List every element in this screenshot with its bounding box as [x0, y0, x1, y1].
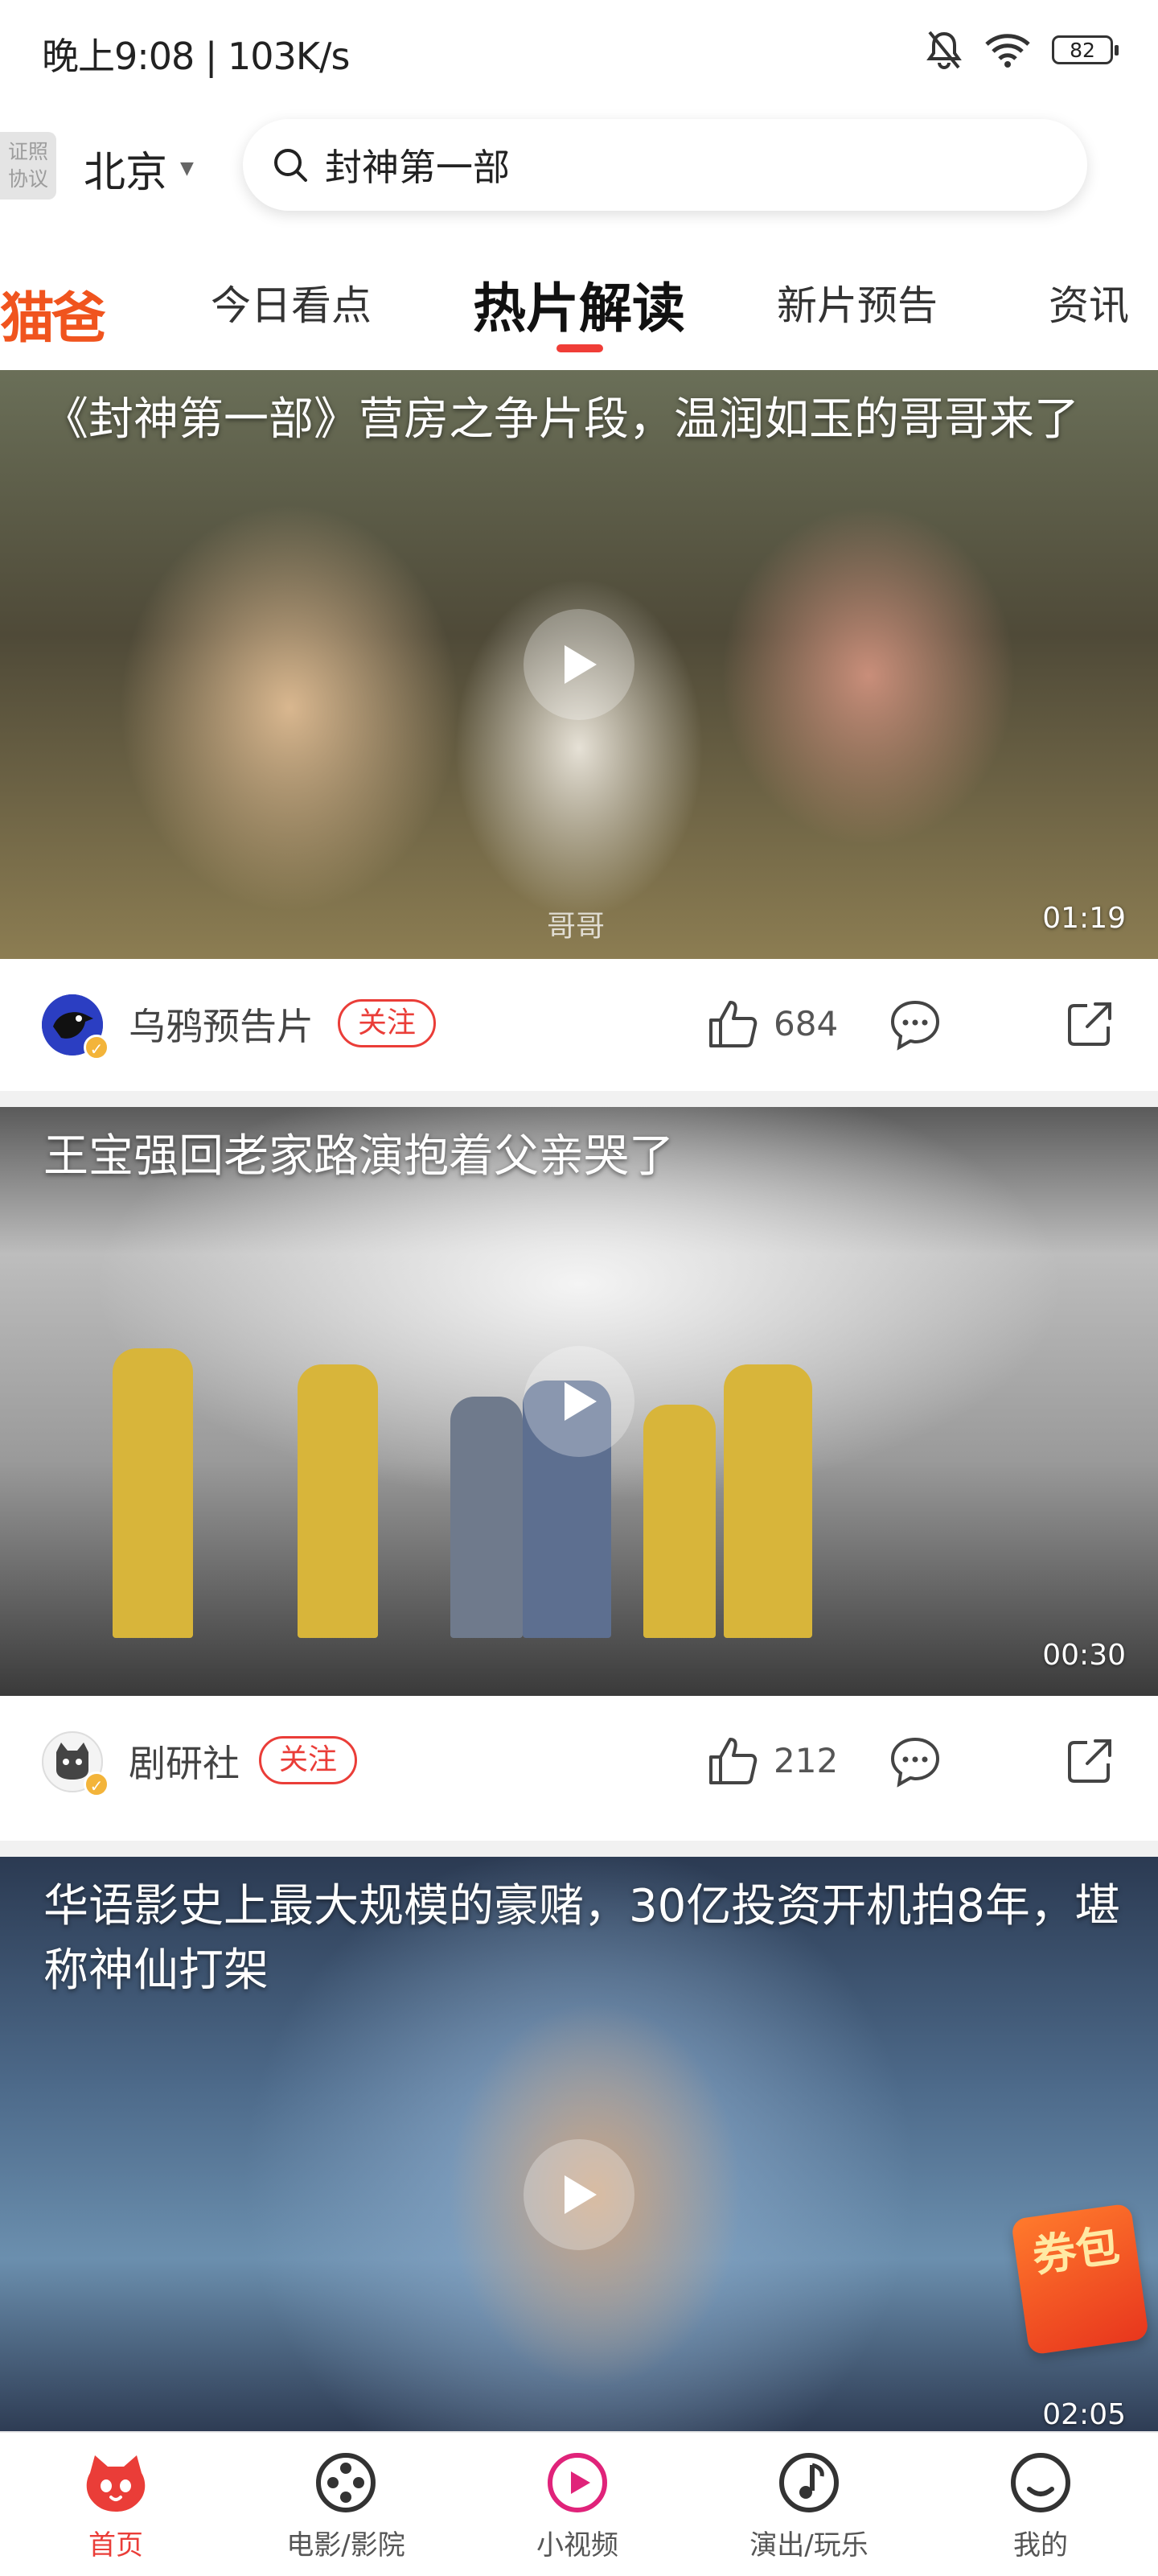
feed-divider: [0, 1091, 1158, 1107]
search-bar[interactable]: 封神第一部: [243, 119, 1087, 211]
play-icon[interactable]: [524, 609, 634, 720]
tab-new-trailers[interactable]: 新片预告: [777, 274, 938, 331]
play-icon[interactable]: [524, 2139, 634, 2250]
nav-home-label: 首页: [88, 2529, 143, 2562]
nav-short-video[interactable]: 小视频: [465, 2449, 690, 2562]
follow-button[interactable]: 关注: [338, 999, 437, 1047]
nav-home[interactable]: 首页: [3, 2449, 228, 2562]
avatar[interactable]: ✓: [42, 1731, 109, 1797]
comment-icon[interactable]: [888, 1734, 942, 1789]
video-title: 王宝强回老家路演抱着父亲哭了: [43, 1130, 674, 1183]
share-icon[interactable]: [1063, 1736, 1115, 1788]
play-circle-icon: [548, 2453, 607, 2512]
category-tabs: 猫爸 今日看点 热片解读 新片预告 资讯: [0, 241, 1158, 370]
status-time-speed: 晚上9:08 | 103K/s: [42, 35, 350, 78]
film-reel-icon: [316, 2453, 376, 2512]
tab-news[interactable]: 资讯: [1049, 274, 1129, 331]
share-icon[interactable]: [1063, 999, 1115, 1051]
city-name: 北京: [84, 149, 168, 197]
tab-hot-review[interactable]: 热片解读: [473, 265, 685, 343]
video-duration: 01:19: [1042, 902, 1126, 935]
search-input[interactable]: 封神第一部: [325, 138, 510, 191]
battery-icon: 82: [1052, 35, 1119, 64]
coupon-badge[interactable]: 券包: [1010, 2203, 1150, 2356]
play-icon[interactable]: [524, 1346, 634, 1457]
nav-movies-cinemas[interactable]: 电影/影院: [233, 2449, 458, 2562]
video-meta-row: ✓ 剧研社 关注 212: [0, 1696, 1158, 1828]
license-label-line1: 证照: [7, 140, 48, 163]
video-duration: 00:30: [1042, 1639, 1126, 1672]
license-agreement-button[interactable]: 证照 协议: [0, 132, 56, 200]
video-thumbnail[interactable]: 华语影史上最大规模的豪赌，30亿投资开机拍8年，堪称神仙打架 02:05: [0, 1857, 1158, 2431]
avatar[interactable]: ✓: [42, 994, 109, 1060]
video-thumbnail[interactable]: 王宝强回老家路演抱着父亲哭了 00:30: [0, 1107, 1158, 1696]
nav-movies-label: 电影/影院: [286, 2529, 405, 2562]
city-selector[interactable]: 北京 ▼: [84, 138, 194, 199]
verified-badge-icon: ✓: [84, 1772, 109, 1797]
verified-badge-icon: ✓: [84, 1035, 109, 1060]
nav-shows-label: 演出/玩乐: [749, 2529, 868, 2562]
tab-today[interactable]: 今日看点: [211, 274, 372, 331]
follow-button[interactable]: 关注: [259, 1736, 358, 1784]
video-subtitle: 哥哥: [547, 910, 606, 943]
active-tab-indicator: [556, 344, 603, 352]
feed-divider: [0, 1841, 1158, 1857]
like-count: 212: [774, 1741, 839, 1780]
video-meta-row: ✓ 乌鸦预告片 关注 684: [0, 959, 1158, 1091]
author-name[interactable]: 乌鸦预告片: [129, 998, 314, 1051]
wifi-icon: [985, 34, 1030, 68]
nav-short-video-label: 小视频: [536, 2529, 618, 2562]
video-duration: 02:05: [1042, 2398, 1126, 2431]
video-title: 华语影史上最大规模的豪赌，30亿投资开机拍8年，堪称神仙打架: [43, 1880, 1120, 1997]
search-icon: [274, 149, 307, 182]
video-title: 《封神第一部》营房之争片段，温润如玉的哥哥来了: [43, 393, 1079, 446]
nav-shows-fun[interactable]: 演出/玩乐: [696, 2449, 922, 2562]
cat-home-icon: [86, 2455, 146, 2512]
chevron-down-icon: ▼: [180, 158, 194, 179]
thumbs-up-icon[interactable]: [704, 1733, 761, 1789]
comment-icon[interactable]: [888, 998, 942, 1052]
nav-profile-label: 我的: [1013, 2529, 1068, 2562]
status-icons: 82: [925, 29, 1119, 71]
bottom-nav: 首页 电影/影院 小视频 演出/玩乐 我的: [0, 2431, 1158, 2576]
status-bar: 晚上9:08 | 103K/s 82: [0, 0, 1158, 105]
author-name[interactable]: 剧研社: [129, 1734, 240, 1788]
cat-logo: 猫爸: [0, 286, 106, 351]
music-note-icon: [779, 2453, 839, 2512]
license-label-line2: 协议: [7, 167, 48, 191]
video-thumbnail[interactable]: 《封神第一部》营房之争片段，温润如玉的哥哥来了 哥哥 01:19: [0, 370, 1158, 959]
thumbs-up-icon[interactable]: [704, 996, 761, 1052]
nav-profile[interactable]: 我的: [928, 2449, 1153, 2562]
bell-muted-icon: [926, 31, 962, 69]
like-count: 684: [774, 1004, 839, 1043]
profile-icon: [1011, 2453, 1070, 2512]
